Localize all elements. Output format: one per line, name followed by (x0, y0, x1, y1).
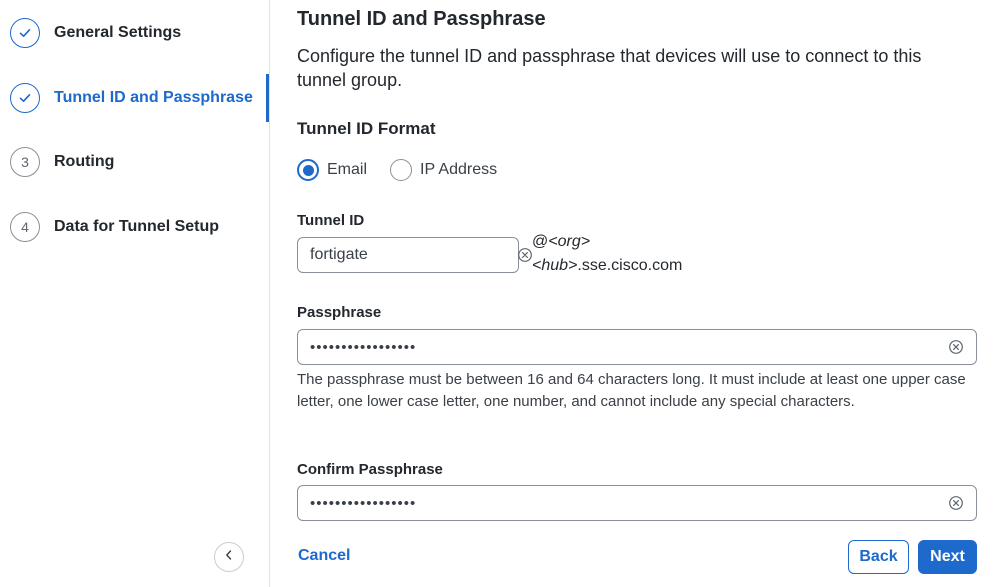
step-label: Data for Tunnel Setup (54, 218, 220, 235)
tunnel-id-domain-suffix: @<org> <hub>.sse.cisco.com (532, 230, 732, 278)
back-button[interactable]: Back (848, 540, 909, 574)
step-data-for-tunnel-setup[interactable]: 4 Data for Tunnel Setup (10, 210, 260, 244)
wizard-sidebar: General Settings Tunnel ID and Passphras… (0, 0, 270, 587)
radio-label: IP Address (420, 161, 498, 178)
radio-label: Email (327, 161, 368, 178)
next-button[interactable]: Next (918, 540, 977, 574)
confirm-passphrase-field[interactable] (297, 485, 977, 521)
tunnel-id-input[interactable] (310, 246, 517, 264)
cancel-button[interactable]: Cancel (298, 547, 350, 565)
main-content: Tunnel ID and Passphrase Configure the t… (297, 0, 987, 587)
page-description: Configure the tunnel ID and passphrase t… (297, 46, 922, 90)
step-number: 3 (10, 147, 40, 177)
passphrase-helper-text: The passphrase must be between 16 and 64… (297, 371, 966, 410)
clear-icon[interactable] (517, 247, 533, 263)
passphrase-input[interactable] (310, 338, 948, 356)
suffix-at: @ (532, 233, 549, 250)
step-complete-check-icon (10, 18, 40, 48)
radio-button-checked[interactable] (297, 159, 319, 181)
step-general-settings[interactable]: General Settings (10, 16, 260, 50)
step-label: Tunnel ID and Passphrase (54, 89, 253, 106)
step-routing[interactable]: 3 Routing (10, 145, 260, 179)
step-complete-check-icon (10, 83, 40, 113)
chevron-left-icon (224, 548, 234, 566)
suffix-domain: .sse.cisco.com (577, 257, 683, 274)
tunnel-id-field[interactable] (297, 237, 532, 273)
step-number: 4 (10, 212, 40, 242)
radio-button-unchecked[interactable] (390, 159, 412, 181)
suffix-org: <org> (548, 233, 591, 250)
confirm-passphrase-label: Confirm Passphrase (297, 461, 443, 478)
radio-email[interactable]: Email (297, 159, 367, 181)
suffix-hub: <hub> (532, 257, 578, 274)
step-label: Routing (54, 153, 115, 170)
tunnel-id-label: Tunnel ID (297, 212, 365, 229)
page-title: Tunnel ID and Passphrase (297, 8, 546, 30)
collapse-sidebar-button[interactable] (214, 542, 244, 572)
clear-icon[interactable] (948, 339, 964, 355)
passphrase-field[interactable] (297, 329, 977, 365)
step-tunnel-id-passphrase[interactable]: Tunnel ID and Passphrase (10, 81, 260, 115)
clear-icon[interactable] (948, 495, 964, 511)
confirm-passphrase-input[interactable] (310, 494, 948, 512)
tunnel-id-format-title: Tunnel ID Format (297, 119, 436, 138)
step-label: General Settings (54, 24, 182, 41)
active-step-indicator (266, 74, 269, 122)
passphrase-label: Passphrase (297, 304, 382, 321)
wizard-root: General Settings Tunnel ID and Passphras… (0, 0, 999, 587)
radio-ip-address[interactable]: IP Address (390, 159, 497, 181)
